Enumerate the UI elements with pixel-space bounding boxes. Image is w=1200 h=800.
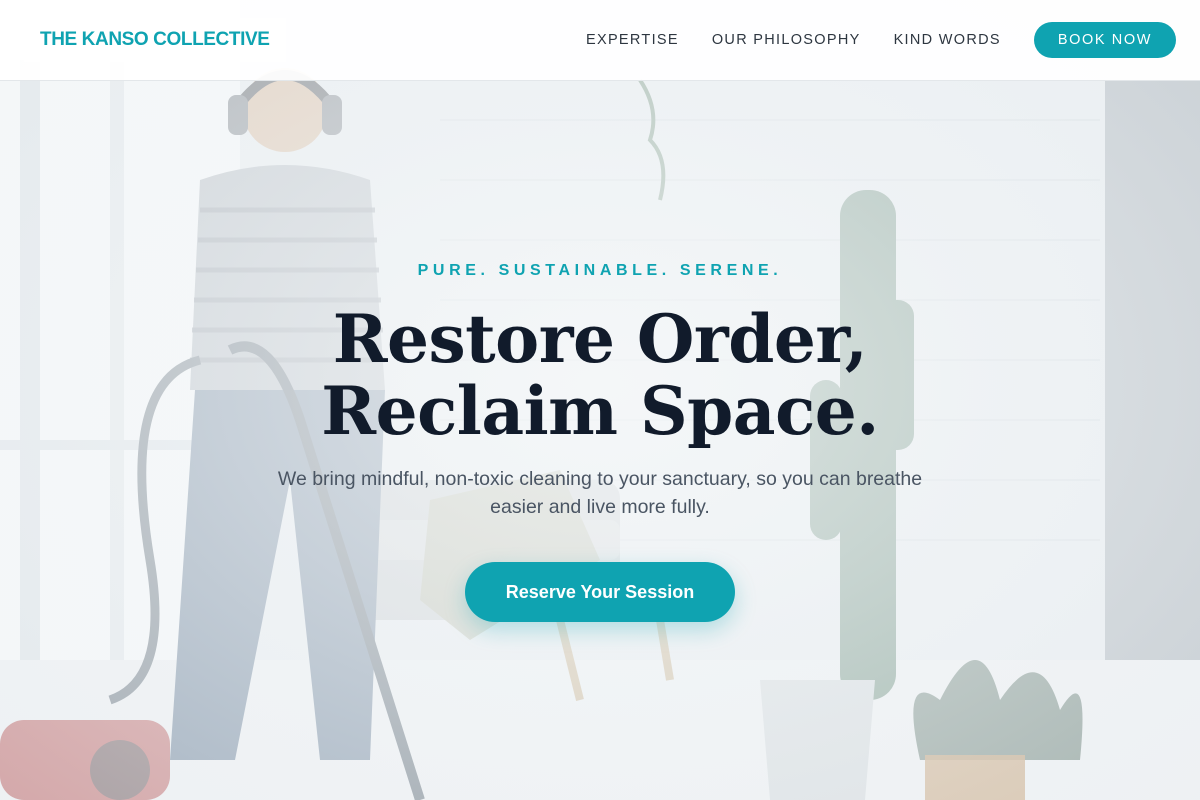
- hero-headline-line-1: Restore Order,: [332, 300, 868, 378]
- nav-link-expertise[interactable]: EXPERTISE: [586, 32, 679, 48]
- site-header: THE KANSO COLLECTIVE EXPERTISE OUR PHILO…: [0, 0, 1200, 81]
- book-now-button[interactable]: BOOK NOW: [1033, 22, 1176, 58]
- hero-tagline: PURE. SUSTAINABLE. SERENE.: [417, 262, 783, 279]
- reserve-session-button[interactable]: Reserve Your Session: [465, 562, 735, 622]
- hero-subtext: We bring mindful, non-toxic cleaning to …: [277, 468, 923, 518]
- hero-headline: Restore Order, Reclaim Space.: [0, 303, 1200, 447]
- nav-link-our-philosophy[interactable]: OUR PHILOSOPHY: [712, 32, 861, 48]
- main-nav: EXPERTISE OUR PHILOSOPHY KIND WORDS BOOK…: [586, 22, 1176, 58]
- nav-link-kind-words[interactable]: KIND WORDS: [894, 32, 1001, 48]
- hero-section: PURE. SUSTAINABLE. SERENE. Restore Order…: [0, 81, 1200, 800]
- hero-headline-line-2: Reclaim Space.: [321, 372, 879, 450]
- site-logo[interactable]: THE KANSO COLLECTIVE: [24, 18, 286, 62]
